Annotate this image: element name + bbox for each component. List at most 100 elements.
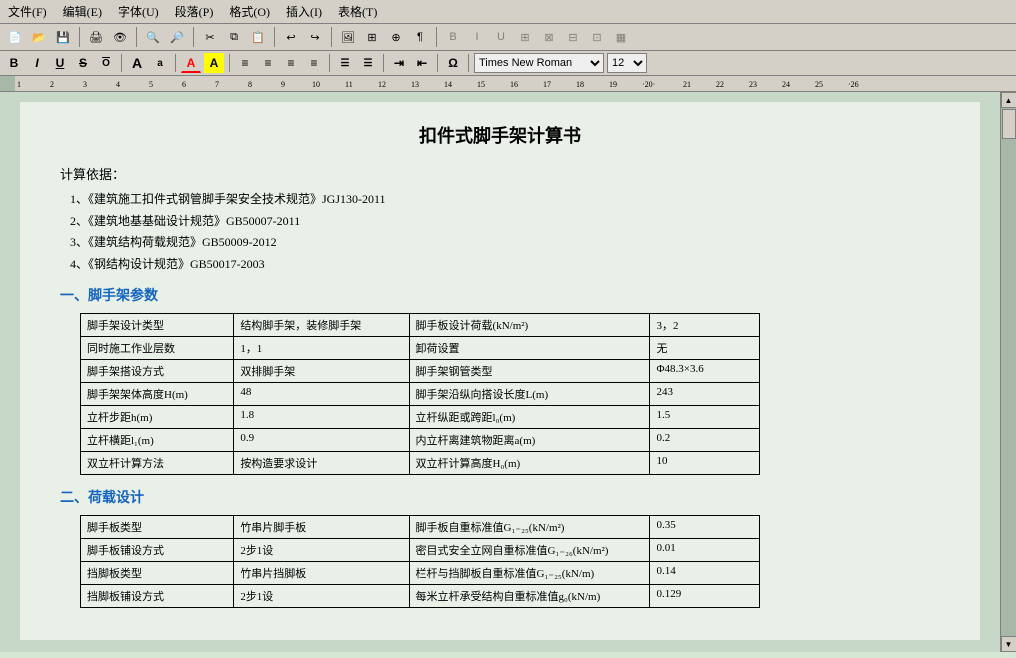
align-right-button[interactable]: ≡ xyxy=(281,53,301,73)
table-row: 立杆横距l₁(m) 0.9 内立杆离建筑物距离a(m) 0.2 xyxy=(81,429,760,452)
format-sep2 xyxy=(175,54,176,72)
scroll-up-button[interactable]: ▲ xyxy=(1001,92,1016,108)
calc-basis-label: 计算依据： xyxy=(60,164,940,183)
table-cell: 脚手板自重标准值G₁₋₂₅(kN/m²) xyxy=(409,516,650,539)
scroll-down-button[interactable]: ▼ xyxy=(1001,636,1016,652)
indent-decrease-button[interactable]: ⇤ xyxy=(412,53,432,73)
table-cell: 10 xyxy=(650,452,760,475)
bold-button[interactable]: B xyxy=(4,53,24,73)
save-button[interactable]: 💾 xyxy=(52,26,74,48)
paragraph-button[interactable]: ¶ xyxy=(409,26,431,48)
strikethrough-button[interactable]: S xyxy=(73,53,93,73)
format-sep5 xyxy=(383,54,384,72)
underline-button[interactable]: U xyxy=(50,53,70,73)
svg-text:·20·: ·20· xyxy=(642,80,655,89)
highlight-button[interactable]: A xyxy=(204,53,224,73)
open-button[interactable]: 📂 xyxy=(28,26,50,48)
extra-btn1[interactable]: B xyxy=(442,26,464,48)
table-cell: 0.2 xyxy=(650,429,760,452)
extra-btn4[interactable]: ⊞ xyxy=(514,26,536,48)
svg-text:5: 5 xyxy=(149,80,153,89)
print-button[interactable]: 🖨 xyxy=(85,26,107,48)
table-cell: 2步1设 xyxy=(234,585,409,608)
section2-heading: 二、荷载设计 xyxy=(60,487,940,507)
extra-btn8[interactable]: ▦ xyxy=(610,26,632,48)
preview-button[interactable]: 👁 xyxy=(109,26,131,48)
extra-btn3[interactable]: U xyxy=(490,26,512,48)
sep6 xyxy=(436,27,437,47)
scroll-thumb[interactable] xyxy=(1002,109,1016,139)
redo-button[interactable]: ↪ xyxy=(304,26,326,48)
main-toolbar: 📄 📂 💾 🖨 👁 🔍 🔎 ✂ ⧉ 📋 ↩ ↪ 🖼 ⊞ ⊕ ¶ B I U ⊞ … xyxy=(0,24,1016,51)
new-button[interactable]: 📄 xyxy=(4,26,26,48)
svg-text:25: 25 xyxy=(815,80,823,89)
svg-text:14: 14 xyxy=(444,80,452,89)
table-cell: 栏杆与挡脚板自重标准值G₁₋₂₅(kN/m) xyxy=(409,562,650,585)
font-increase-button[interactable]: A xyxy=(127,53,147,73)
table-cell: 0.9 xyxy=(234,429,409,452)
cut-button[interactable]: ✂ xyxy=(199,26,221,48)
svg-text:18: 18 xyxy=(576,80,584,89)
find2-button[interactable]: 🔎 xyxy=(166,26,188,48)
menu-font[interactable]: 字体(U) xyxy=(114,2,163,21)
menu-insert[interactable]: 插入(I) xyxy=(282,2,326,21)
align-left-button[interactable]: ≡ xyxy=(235,53,255,73)
table-cell: 立杆步距h(m) xyxy=(81,406,234,429)
table-button[interactable]: ⊞ xyxy=(361,26,383,48)
justify-button[interactable]: ≡ xyxy=(304,53,324,73)
extra-btn5[interactable]: ⊠ xyxy=(538,26,560,48)
scroll-track[interactable] xyxy=(1001,108,1016,636)
copy-button[interactable]: ⧉ xyxy=(223,26,245,48)
menu-edit[interactable]: 编辑(E) xyxy=(59,2,106,21)
image-button[interactable]: 🖼 xyxy=(337,26,359,48)
sep4 xyxy=(274,27,275,47)
reference-item-4: 4、《钢结构设计规范》GB50017-2003 xyxy=(70,254,940,276)
format-sep4 xyxy=(329,54,330,72)
insert-button[interactable]: ⊕ xyxy=(385,26,407,48)
menu-format[interactable]: 格式(O) xyxy=(225,2,274,21)
menu-table[interactable]: 表格(T) xyxy=(334,2,381,21)
format-toolbar: B I U S O A a A A ≡ ≡ ≡ ≡ ☰ ☰ ⇥ ⇤ Ω Time… xyxy=(0,51,1016,76)
svg-text:11: 11 xyxy=(345,80,353,89)
special-char-button[interactable]: Ω xyxy=(443,53,463,73)
menu-paragraph[interactable]: 段落(P) xyxy=(171,2,218,21)
svg-text:23: 23 xyxy=(749,80,757,89)
vertical-scrollbar[interactable]: ▲ ▼ xyxy=(1000,92,1016,652)
list1-button[interactable]: ☰ xyxy=(335,53,355,73)
italic-button[interactable]: I xyxy=(27,53,47,73)
reference-item-2: 2、《建筑地基基础设计规范》GB50007-2011 xyxy=(70,211,940,233)
extra-btn6[interactable]: ⊟ xyxy=(562,26,584,48)
table-cell: 1.8 xyxy=(234,406,409,429)
paste-button[interactable]: 📋 xyxy=(247,26,269,48)
svg-text:13: 13 xyxy=(411,80,419,89)
extra-btn2[interactable]: I xyxy=(466,26,488,48)
indent-increase-button[interactable]: ⇥ xyxy=(389,53,409,73)
font-decrease-button[interactable]: a xyxy=(150,53,170,73)
font-color-button[interactable]: A xyxy=(181,53,201,73)
undo-button[interactable]: ↩ xyxy=(280,26,302,48)
table-cell: 挡脚板类型 xyxy=(81,562,234,585)
align-center-button[interactable]: ≡ xyxy=(258,53,278,73)
table-cell: 2步1设 xyxy=(234,539,409,562)
params-table-1: 脚手架设计类型 结构脚手架，装修脚手架 脚手板设计荷载(kN/m²) 3，2 同… xyxy=(80,313,760,475)
section1-heading: 一、脚手架参数 xyxy=(60,285,940,305)
font-name-select[interactable]: Times New Roman xyxy=(474,53,604,73)
table-row: 脚手板类型 竹串片脚手板 脚手板自重标准值G₁₋₂₅(kN/m²) 0.35 xyxy=(81,516,760,539)
reference-item-1: 1、《建筑施工扣件式钢管脚手架安全技术规范》JGJ130-2011 xyxy=(70,189,940,211)
table-cell: 脚手板铺设方式 xyxy=(81,539,234,562)
extra-btn7[interactable]: ⊡ xyxy=(586,26,608,48)
table-row: 脚手板铺设方式 2步1设 密目式安全立网自重标准值G₁₋₂₆(kN/m²) 0.… xyxy=(81,539,760,562)
content-area[interactable]: 扣件式脚手架计算书 计算依据： 1、《建筑施工扣件式钢管脚手架安全技术规范》JG… xyxy=(0,92,1000,652)
table-cell: 脚手架搭设方式 xyxy=(81,360,234,383)
format-sep3 xyxy=(229,54,230,72)
format-sep7 xyxy=(468,54,469,72)
menu-file[interactable]: 文件(F) xyxy=(4,2,51,21)
list2-button[interactable]: ☰ xyxy=(358,53,378,73)
svg-text:19: 19 xyxy=(609,80,617,89)
table-cell: 0.35 xyxy=(650,516,760,539)
font-size-select[interactable]: 12 xyxy=(607,53,647,73)
sep2 xyxy=(136,27,137,47)
main-area: 扣件式脚手架计算书 计算依据： 1、《建筑施工扣件式钢管脚手架安全技术规范》JG… xyxy=(0,92,1016,652)
find-button[interactable]: 🔍 xyxy=(142,26,164,48)
overline-button[interactable]: O xyxy=(96,53,116,73)
